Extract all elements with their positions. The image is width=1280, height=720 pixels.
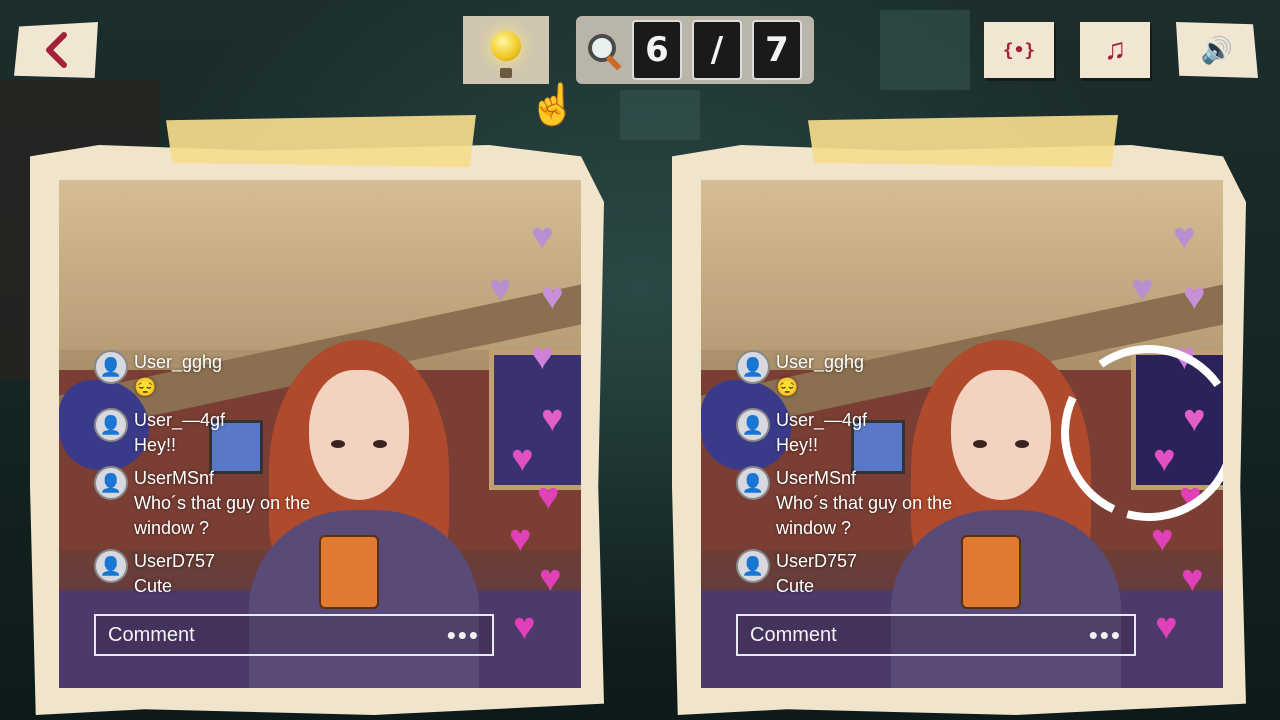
photo-right[interactable]: ♥ ♥ ♥ ♥ ♥ ♥ ♥ ♥ ♥ ♥ 👤 User_gghg 😔 👤 User_… <box>701 180 1223 688</box>
chat-text: Who´s that guy on the window ? <box>134 493 311 538</box>
comment-placeholder: Comment <box>108 623 195 646</box>
magnifier-icon <box>586 32 622 71</box>
heart-icon: ♥ <box>541 398 564 440</box>
comment-input[interactable]: Comment ••• <box>736 614 1136 656</box>
more-options-icon[interactable]: ••• <box>1089 620 1122 651</box>
heart-icon: ♥ <box>1181 558 1204 600</box>
chat-text: Cute <box>776 576 815 596</box>
chat-username: UserMSnf <box>134 468 215 488</box>
hearts-column: ♥ ♥ ♥ ♥ ♥ ♥ ♥ ♥ ♥ ♥ <box>489 210 581 688</box>
chat-username: UserMSnf <box>776 468 857 488</box>
heart-icon: ♥ <box>531 216 554 258</box>
music-note-icon: ♫ <box>1103 33 1127 66</box>
user-avatar-icon: 👤 <box>94 408 128 442</box>
heart-icon: ♥ <box>531 336 554 378</box>
chevron-left-icon <box>46 32 67 68</box>
heart-icon: ♥ <box>509 518 532 560</box>
wall-poster <box>880 10 970 90</box>
chat-message: 👤 UserMSnf Who´s that guy on the window ? <box>736 466 996 541</box>
chat-text: Who´s that guy on the window ? <box>776 493 953 538</box>
user-avatar-icon: 👤 <box>94 466 128 500</box>
chat-username: User_—4gf <box>134 410 226 430</box>
heart-icon: ♥ <box>541 276 564 318</box>
heart-icon: ♥ <box>513 606 536 648</box>
heart-icon: ♥ <box>1155 606 1178 648</box>
lightbulb-base <box>500 68 512 78</box>
chat-message: 👤 User_—4gf Hey!! <box>736 408 996 458</box>
chat-feed: 👤 User_gghg 😔 👤 User_—4gf Hey!! 👤 UserMSnf… <box>94 350 354 607</box>
count-separator: / <box>692 20 742 80</box>
chat-username: UserD757 <box>776 551 858 571</box>
lightbulb-icon <box>491 31 521 61</box>
chat-message: 👤 UserD757 Cute <box>736 549 996 599</box>
user-avatar-icon: 👤 <box>736 408 770 442</box>
effects-icon: {•} <box>1002 39 1036 61</box>
chat-text: 😔 <box>776 377 799 397</box>
heart-icon: ♥ <box>511 438 534 480</box>
found-count: 6 <box>632 20 682 80</box>
comment-input[interactable]: Comment ••• <box>94 614 494 656</box>
heart-icon: ♥ <box>537 476 560 518</box>
chat-feed: 👤 User_gghg 😔 👤 User_—4gf Hey!! 👤 UserMSnf… <box>736 350 996 607</box>
chat-username: User_gghg <box>776 352 865 372</box>
total-count: 7 <box>752 20 802 80</box>
user-avatar-icon: 👤 <box>94 350 128 384</box>
comment-placeholder: Comment <box>750 623 837 646</box>
chat-message: 👤 User_—4gf Hey!! <box>94 408 354 458</box>
tape-strip-right <box>808 115 1118 167</box>
sound-toggle-button[interactable]: 🔊 <box>1176 22 1258 78</box>
back-button[interactable] <box>14 22 98 78</box>
user-avatar-icon: 👤 <box>736 350 770 384</box>
chat-text: Hey!! <box>776 435 819 455</box>
hint-button[interactable] <box>463 16 549 84</box>
more-options-icon[interactable]: ••• <box>447 620 480 651</box>
chat-message: 👤 UserMSnf Who´s that guy on the window ? <box>94 466 354 541</box>
pointing-hand-icon: ☝ <box>528 83 578 127</box>
chat-message: 👤 User_gghg 😔 <box>94 350 354 400</box>
chat-text: Hey!! <box>134 435 177 455</box>
photo-left[interactable]: ♥ ♥ ♥ ♥ ♥ ♥ ♥ ♥ ♥ ♥ 👤 User_gghg 😔 👤 User_… <box>59 180 581 688</box>
chat-text: 😔 <box>134 377 157 397</box>
differences-counter: 6 / 7 <box>576 16 814 84</box>
heart-icon: ♥ <box>489 268 512 310</box>
speaker-icon: 🔊 <box>1200 34 1234 65</box>
user-avatar-icon: 👤 <box>94 549 128 583</box>
chat-username: User_gghg <box>134 352 223 372</box>
music-toggle-button[interactable]: ♫ <box>1080 22 1150 78</box>
chat-username: UserD757 <box>134 551 216 571</box>
heart-icon: ♥ <box>1183 276 1206 318</box>
chat-text: Cute <box>134 576 173 596</box>
heart-icon: ♥ <box>1173 216 1196 258</box>
heart-icon: ♥ <box>1131 268 1154 310</box>
chat-username: User_—4gf <box>776 410 868 430</box>
wall-poster <box>620 90 700 140</box>
heart-icon: ♥ <box>539 558 562 600</box>
effects-button[interactable]: {•} <box>984 22 1054 78</box>
user-avatar-icon: 👤 <box>736 466 770 500</box>
heart-icon: ♥ <box>1151 518 1174 560</box>
user-avatar-icon: 👤 <box>736 549 770 583</box>
chat-message: 👤 User_gghg 😔 <box>736 350 996 400</box>
chat-message: 👤 UserD757 Cute <box>94 549 354 599</box>
tape-strip-left <box>166 115 476 167</box>
